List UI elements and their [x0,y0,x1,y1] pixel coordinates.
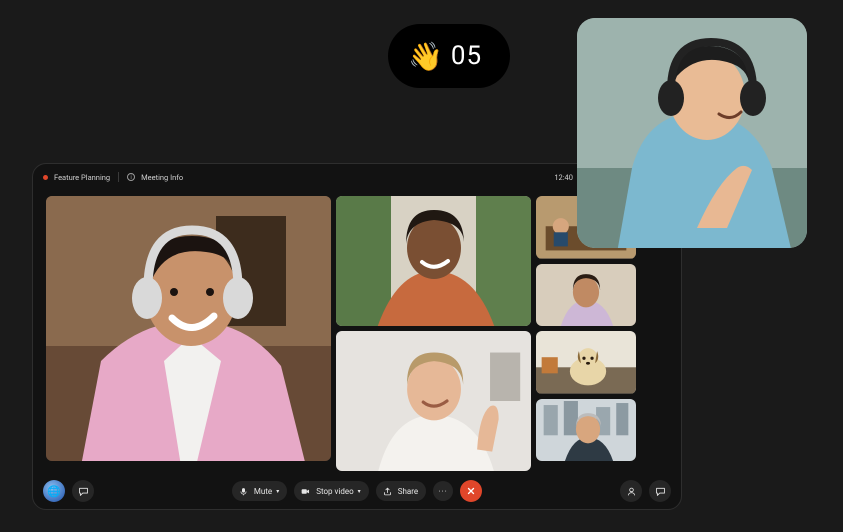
meeting-time: 12:40 [554,173,573,182]
promo-participant-portrait [577,18,807,248]
video-tile-participant[interactable] [536,264,636,327]
end-call-button[interactable] [460,480,482,502]
chevron-down-icon[interactable]: ▾ [358,488,361,495]
self-view-thumbnail[interactable]: 🌐 [43,480,65,502]
mute-label: Mute [254,487,272,496]
chevron-down-icon[interactable]: ▾ [276,488,279,495]
toolbar: 🌐 Mute ▾ Stop video ▾ Share ··· [33,477,681,509]
video-tile-participant[interactable] [336,196,531,326]
mute-button[interactable]: Mute ▾ [232,481,287,501]
share-label: Share [398,487,418,496]
stop-video-button[interactable]: Stop video ▾ [294,481,368,501]
participants-button[interactable] [620,480,642,502]
share-button[interactable]: Share [376,481,426,501]
divider [118,172,119,182]
more-options-button[interactable]: ··· [433,481,453,501]
video-tile-participant[interactable] [536,331,636,394]
reaction-count: 05 [451,41,482,71]
video-tile-active-speaker[interactable] [46,196,331,461]
meeting-title: Feature Planning [54,173,110,182]
chat-button[interactable] [72,480,94,502]
status-dot-icon [43,175,48,180]
info-icon[interactable]: i [127,173,135,181]
video-tile-participant[interactable] [336,331,531,471]
video-tile-participant[interactable] [536,399,636,462]
stop-video-label: Stop video [316,487,353,496]
panel-chat-button[interactable] [649,480,671,502]
meeting-info-label[interactable]: Meeting Info [141,173,183,182]
reaction-count-badge: 👋 05 [388,24,510,88]
clap-wave-emoji-icon: 👋 [408,40,443,73]
